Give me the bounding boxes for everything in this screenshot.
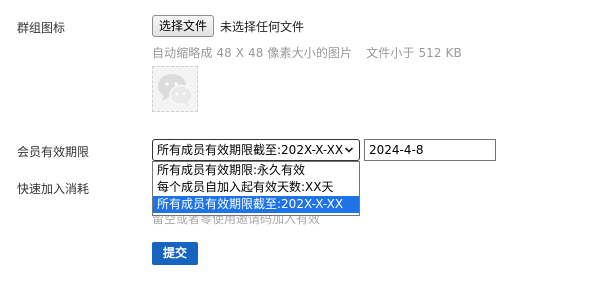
submit-button[interactable]: 提交 <box>152 242 198 265</box>
icon-hint: 自动缩略成 48 X 48 像素大小的图片 文件小于 512 KB <box>152 44 462 61</box>
icon-limit-hint: 文件小于 512 KB <box>366 46 462 60</box>
wechat-icon <box>158 74 193 107</box>
expiry-date-input[interactable]: 2024-4-8 <box>364 139 496 161</box>
validity-label: 会员有效期限 <box>17 145 90 159</box>
chevron-down-icon <box>344 147 354 153</box>
choose-file-button[interactable]: 选择文件 <box>152 15 214 37</box>
icon-size-hint: 自动缩略成 48 X 48 像素大小的图片 <box>152 46 353 60</box>
validity-dropdown: 所有成员有效期限:永久有效 每个成员自加入起有效天数:XX天 所有成员有效期限截… <box>152 161 360 216</box>
validity-select[interactable]: 所有成员有效期限截至:202X-X-XX <box>152 139 360 161</box>
dropdown-option[interactable]: 每个成员自加入起有效天数:XX天 <box>153 179 359 196</box>
dropdown-option-selected[interactable]: 所有成员有效期限截至:202X-X-XX <box>153 196 359 213</box>
validity-selected-text: 所有成员有效期限截至:202X-X-XX <box>157 143 344 157</box>
group-icon-label: 群组图标 <box>17 21 66 35</box>
dropdown-option[interactable]: 所有成员有效期限:永久有效 <box>153 162 359 179</box>
quick-join-label: 快速加入消耗 <box>17 182 90 196</box>
icon-preview <box>152 66 198 112</box>
file-status-text: 未选择任何文件 <box>220 20 305 34</box>
